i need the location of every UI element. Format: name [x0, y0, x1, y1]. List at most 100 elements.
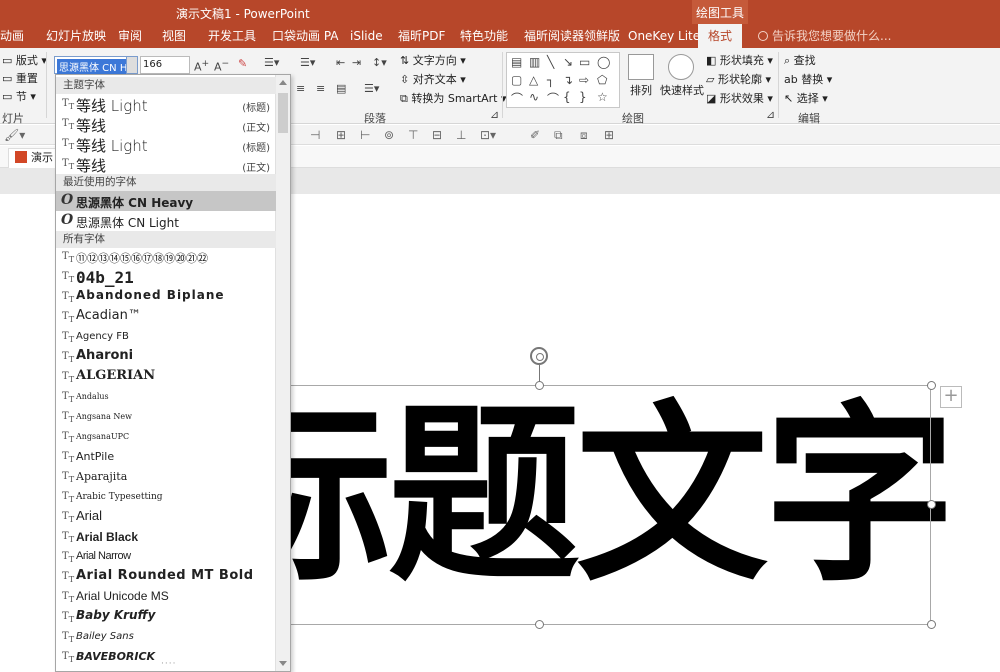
increase-indent-icon[interactable]: ⇥	[352, 56, 361, 69]
font-item[interactable]: TT AngsanaUPC	[56, 427, 276, 447]
bring-forward-icon[interactable]: ⧉	[554, 128, 563, 143]
shape-effects-button[interactable]: ◪ 形状效果 ▾	[706, 90, 773, 106]
dropdown-scrollbar[interactable]	[275, 75, 290, 671]
font-item[interactable]: TT Bailey Sans	[56, 627, 276, 647]
tab-islide[interactable]: iSlide	[350, 24, 383, 48]
elbow-connector-icon[interactable]: ┐	[547, 73, 554, 87]
align-center-tool-icon[interactable]: ⊞	[336, 128, 346, 142]
right-arrow-shape-icon[interactable]: ⇨	[579, 73, 589, 87]
scroll-down-icon[interactable]	[279, 661, 287, 666]
tab-features[interactable]: 特色功能	[460, 24, 508, 48]
chevron-down-icon[interactable]	[126, 56, 138, 74]
elbow-arrow-icon[interactable]: ↴	[563, 73, 573, 87]
shape-outline-button[interactable]: ▱ 形状轮廓 ▾	[706, 71, 771, 87]
tab-onekey-lite[interactable]: OneKey Lite	[628, 24, 700, 48]
numbering-icon[interactable]: ☰▾	[300, 56, 315, 69]
selected-textbox[interactable]	[290, 385, 931, 625]
justify-icon[interactable]: ▤	[336, 82, 346, 95]
font-item[interactable]: TT Agency FB	[56, 327, 276, 347]
resize-grip-icon[interactable]: ····	[161, 659, 176, 669]
rounded-rect-shape-icon[interactable]: ▢	[511, 73, 522, 87]
align-center-icon[interactable]: ≡	[296, 82, 305, 95]
paint-icon[interactable]: 🖌▾	[4, 128, 25, 142]
font-item[interactable]: TT Andalus	[56, 387, 276, 407]
line-spacing-icon[interactable]: ↕▾	[372, 56, 387, 69]
font-item[interactable]: TT 等线 (正文)	[56, 114, 276, 135]
font-item[interactable]: TT 04b_21	[56, 267, 276, 287]
text-direction-button[interactable]: ⇅ 文字方向 ▾	[400, 52, 466, 68]
font-name-combobox[interactable]: 思源黑体 CN He	[54, 56, 138, 74]
align-top-tool-icon[interactable]: ⊤	[408, 128, 418, 142]
send-backward-icon[interactable]: ⧈	[580, 128, 588, 143]
font-item[interactable]: TT Aharoni	[56, 347, 276, 367]
brace-close-shape-icon[interactable]: }	[579, 90, 587, 104]
resize-handle-top[interactable]	[535, 381, 544, 390]
font-item[interactable]: TT Acadian™	[56, 307, 276, 327]
section-button[interactable]: ▭ 节 ▾	[2, 88, 36, 104]
font-item-selected[interactable]: O 思源黑体 CN Heavy	[56, 191, 276, 211]
tab-review[interactable]: 审阅	[118, 24, 142, 48]
font-item[interactable]: TT Arial	[56, 507, 276, 527]
distribute-icon[interactable]: ⊚	[384, 128, 394, 142]
arrange-button[interactable]: 排列	[630, 82, 652, 98]
oval-shape-icon[interactable]: ◯	[597, 55, 610, 69]
font-item[interactable]: TT 等线 Light (标题)	[56, 94, 276, 115]
arrange-icon[interactable]	[628, 54, 654, 80]
star-shape-icon[interactable]: ☆	[597, 90, 608, 104]
scroll-up-icon[interactable]	[279, 80, 287, 85]
textbox-vertical-shape-icon[interactable]: ▥	[529, 55, 540, 69]
font-item[interactable]: TT AntPile	[56, 447, 276, 467]
resize-handle-bottom-right[interactable]	[927, 620, 936, 629]
triangle-shape-icon[interactable]: △	[529, 73, 538, 87]
bullets-icon[interactable]: ☰▾	[264, 56, 279, 69]
font-size-combobox[interactable]: 166	[140, 56, 190, 74]
arrow-line-shape-icon[interactable]: ↘	[563, 55, 573, 69]
align-left-tool-icon[interactable]: ⊣	[310, 128, 320, 142]
replace-button[interactable]: ab 替换 ▾	[784, 71, 832, 87]
tab-animations[interactable]: 动画	[0, 24, 24, 48]
select-button[interactable]: ↖ 选择 ▾	[784, 90, 828, 106]
align-text-button[interactable]: ⇳ 对齐文本 ▾	[400, 71, 466, 87]
align-right-tool-icon[interactable]: ⊢	[360, 128, 370, 142]
rectangle-shape-icon[interactable]: ▭	[579, 55, 590, 69]
find-button[interactable]: ⌕ 查找	[784, 52, 816, 68]
decrease-indent-icon[interactable]: ⇤	[336, 56, 345, 69]
freeform-shape-icon[interactable]: ∿	[529, 90, 539, 104]
tab-foxit-reader[interactable]: 福昕阅读器领鲜版	[524, 24, 620, 48]
shapes-gallery[interactable]: ▤ ▥ ╲ ↘ ▭ ◯ ▢ △ ┐ ↴ ⇨ ⬠ ⌒ ∿ ⌒ { } ☆	[506, 52, 620, 108]
font-item[interactable]: TT Arial Unicode MS	[56, 587, 276, 607]
font-item[interactable]: TT ALGERIAN	[56, 367, 276, 387]
line-shape-icon[interactable]: ╲	[547, 55, 554, 69]
quick-styles-icon[interactable]	[668, 54, 694, 80]
font-item[interactable]: TT Arial Black	[56, 527, 276, 547]
resize-handle-right[interactable]	[927, 500, 936, 509]
font-item[interactable]: TT 等线 (正文)	[56, 154, 276, 175]
font-item[interactable]: TT Arial Narrow	[56, 547, 276, 567]
reset-button[interactable]: ▭ 重置	[2, 70, 38, 86]
rotate-handle-icon[interactable]	[530, 347, 548, 365]
font-item[interactable]: O 思源黑体 CN Light	[56, 211, 276, 231]
layout-button[interactable]: ▭ 版式 ▾	[2, 52, 47, 68]
shape-fill-button[interactable]: ◧ 形状填充 ▾	[706, 52, 773, 68]
convert-smartart-button[interactable]: ⧉ 转换为 SmartArt ▾	[400, 90, 507, 106]
curve-shape-icon[interactable]: ⌒	[511, 90, 523, 107]
tab-foxit-pdf[interactable]: 福昕PDF	[398, 24, 445, 48]
clear-formatting-icon[interactable]: ✎	[238, 57, 247, 70]
add-layout-options-icon[interactable]: +	[940, 386, 962, 408]
group-icon[interactable]: ⊡▾	[480, 128, 496, 142]
tab-format[interactable]: 格式	[698, 24, 743, 48]
arc-shape-icon[interactable]: ⌒	[547, 90, 559, 107]
quick-styles-button[interactable]: 快速样式	[660, 82, 704, 98]
tab-pocket-animation[interactable]: 口袋动画 PA	[272, 24, 339, 48]
resize-handle-top-right[interactable]	[927, 381, 936, 390]
tab-slideshow[interactable]: 幻灯片放映	[46, 24, 106, 48]
font-item[interactable]: TT Baby Kruffy	[56, 607, 276, 627]
font-item[interactable]: TT Arabic Typesetting	[56, 487, 276, 507]
font-item[interactable]: TT Aparajita	[56, 467, 276, 487]
shrink-font-icon[interactable]: A−	[214, 58, 229, 74]
grow-font-icon[interactable]: A+	[194, 58, 209, 74]
font-item[interactable]: TT 等线 Light (标题)	[56, 134, 276, 155]
file-tab[interactable]: 演示	[8, 148, 60, 168]
font-item[interactable]: TT Angsana New	[56, 407, 276, 427]
scroll-thumb[interactable]	[278, 93, 288, 133]
